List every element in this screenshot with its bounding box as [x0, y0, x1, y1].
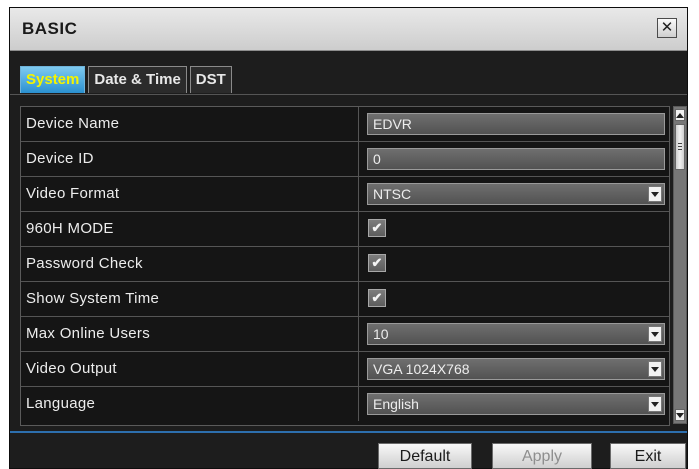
checkmark-icon: ✔ [371, 220, 383, 235]
row-device-id: Device ID 0 [21, 142, 669, 177]
row-max-online-users: Max Online Users 10 [21, 317, 669, 352]
row-960h-mode: 960H MODE ✔ [21, 212, 669, 247]
tab-date-time[interactable]: Date & Time [88, 66, 187, 93]
scroll-down-icon[interactable] [675, 409, 685, 421]
basic-settings-window: BASIC ✕ System Date & Time DST Device Na… [10, 8, 687, 469]
video-output-label: Video Output [21, 352, 359, 386]
show-system-time-label: Show System Time [21, 282, 359, 316]
row-device-name: Device Name EDVR [21, 107, 669, 142]
tab-bar: System Date & Time DST [20, 66, 235, 94]
device-name-input[interactable]: EDVR [367, 113, 665, 135]
settings-table: Device Name EDVR Device ID 0 Video Forma… [20, 106, 670, 426]
video-format-value: NTSC [373, 186, 412, 202]
footer-divider [10, 431, 687, 433]
tab-dst[interactable]: DST [189, 66, 232, 93]
video-format-select[interactable]: NTSC [367, 183, 665, 205]
tab-system[interactable]: System [20, 66, 86, 93]
checkmark-icon: ✔ [371, 255, 383, 270]
window-title: BASIC [22, 19, 78, 38]
row-video-format: Video Format NTSC [21, 177, 669, 212]
device-name-value: EDVR [373, 116, 412, 132]
grip-line [678, 146, 682, 147]
chevron-down-icon [648, 361, 662, 377]
video-format-label: Video Format [21, 177, 359, 211]
row-password-check: Password Check ✔ [21, 247, 669, 282]
chevron-down-icon [648, 396, 662, 412]
video-output-value: VGA 1024X768 [373, 361, 470, 377]
max-online-users-value: 10 [373, 326, 389, 342]
960h-mode-checkbox[interactable]: ✔ [368, 219, 386, 237]
row-video-output: Video Output VGA 1024X768 [21, 352, 669, 387]
scroll-up-icon[interactable] [675, 109, 685, 121]
row-language: Language English [21, 387, 669, 421]
language-value: English [373, 396, 419, 412]
grip-line [678, 143, 682, 144]
apply-button[interactable]: Apply [492, 443, 592, 469]
exit-button[interactable]: Exit [610, 443, 686, 469]
row-show-system-time: Show System Time ✔ [21, 282, 669, 317]
password-check-label: Password Check [21, 247, 359, 281]
tab-divider [10, 94, 687, 95]
scroll-thumb[interactable] [675, 124, 685, 170]
device-id-value: 0 [373, 151, 381, 167]
language-label: Language [21, 387, 359, 421]
password-check-checkbox[interactable]: ✔ [368, 254, 386, 272]
title-bar: BASIC ✕ [10, 8, 687, 51]
checkmark-icon: ✔ [371, 290, 383, 305]
video-output-select[interactable]: VGA 1024X768 [367, 358, 665, 380]
default-button[interactable]: Default [378, 443, 472, 469]
max-online-users-select[interactable]: 10 [367, 323, 665, 345]
device-name-label: Device Name [21, 107, 359, 141]
device-id-label: Device ID [21, 142, 359, 176]
960h-mode-label: 960H MODE [21, 212, 359, 246]
show-system-time-checkbox[interactable]: ✔ [368, 289, 386, 307]
vertical-scrollbar[interactable] [673, 106, 687, 424]
chevron-down-icon [648, 186, 662, 202]
close-icon: ✕ [660, 19, 674, 36]
chevron-down-icon [648, 326, 662, 342]
grip-line [678, 149, 682, 150]
device-id-input[interactable]: 0 [367, 148, 665, 170]
close-button[interactable]: ✕ [657, 18, 677, 38]
max-online-users-label: Max Online Users [21, 317, 359, 351]
language-select[interactable]: English [367, 393, 665, 415]
